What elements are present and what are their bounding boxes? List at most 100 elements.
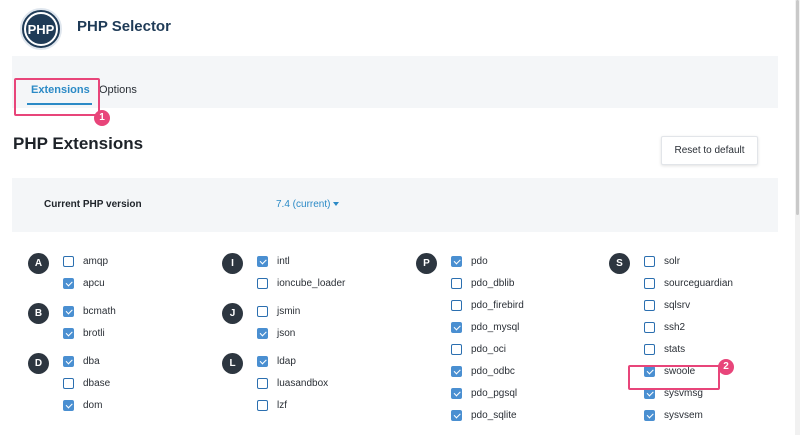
extension-item-json[interactable]: json	[257, 328, 295, 339]
extension-item-pdo[interactable]: pdo	[451, 256, 488, 267]
extension-label: dbase	[83, 378, 111, 389]
extension-label: pdo_oci	[471, 344, 507, 355]
extension-item-sqlsrv[interactable]: sqlsrv	[644, 300, 690, 311]
letter-badge-s: S	[609, 253, 630, 274]
checkbox-dom[interactable]	[63, 400, 74, 411]
extension-label: json	[277, 328, 296, 339]
extension-label: pdo_pgsql	[471, 388, 518, 399]
checkbox-ldap[interactable]	[257, 356, 268, 367]
checkbox-luasandbox[interactable]	[257, 378, 268, 389]
extension-item-dbase[interactable]: dbase	[63, 378, 110, 389]
letter-badge-a: A	[28, 253, 49, 274]
extension-item-ssh2[interactable]: ssh2	[644, 322, 685, 333]
extension-label: ldap	[277, 356, 296, 367]
extension-item-lzf[interactable]: lzf	[257, 400, 287, 411]
checkbox-bcmath[interactable]	[63, 306, 74, 317]
extension-item-jsmin[interactable]: jsmin	[257, 306, 300, 317]
page-scrollbar-thumb[interactable]	[796, 0, 799, 215]
checkbox-solr[interactable]	[644, 256, 655, 267]
php-logo-icon: PHP	[20, 8, 62, 50]
tab-options[interactable]: Options	[99, 84, 137, 96]
extension-label: pdo_mysql	[471, 322, 520, 333]
checkbox-pdo-mysql[interactable]	[451, 322, 462, 333]
extension-item-bcmath[interactable]: bcmath	[63, 306, 116, 317]
annotation-badge-2: 2	[718, 359, 734, 375]
extension-label: pdo	[471, 256, 488, 267]
checkbox-pdo-oci[interactable]	[451, 344, 462, 355]
checkbox-pdo-firebird[interactable]	[451, 300, 462, 311]
reset-to-default-button[interactable]: Reset to default	[661, 136, 758, 165]
extension-label: intl	[277, 256, 290, 267]
extension-label: pdo_dblib	[471, 278, 515, 289]
letter-badge-b: B	[28, 303, 49, 324]
checkbox-sourceguardian[interactable]	[644, 278, 655, 289]
extension-label: pdo_sqlite	[471, 410, 517, 421]
extension-label: pdo_firebird	[471, 300, 524, 311]
checkbox-pdo-pgsql[interactable]	[451, 388, 462, 399]
app-title: PHP Selector	[77, 18, 171, 35]
checkbox-json[interactable]	[257, 328, 268, 339]
extension-item-pdo-oci[interactable]: pdo_oci	[451, 344, 506, 355]
checkbox-sysvsem[interactable]	[644, 410, 655, 421]
extension-label: brotli	[83, 328, 105, 339]
extension-label: luasandbox	[277, 378, 329, 389]
checkbox-amqp[interactable]	[63, 256, 74, 267]
extension-item-apcu[interactable]: apcu	[63, 278, 105, 289]
php-version-dropdown[interactable]: 7.4 (current)	[276, 199, 340, 210]
extension-label: jsmin	[277, 306, 301, 317]
checkbox-pdo-dblib[interactable]	[451, 278, 462, 289]
extension-label: pdo_odbc	[471, 366, 515, 377]
extension-item-luasandbox[interactable]: luasandbox	[257, 378, 328, 389]
extension-item-dba[interactable]: dba	[63, 356, 100, 367]
annotation-box-1	[14, 78, 100, 116]
extension-item-brotli[interactable]: brotli	[63, 328, 105, 339]
checkbox-ssh2[interactable]	[644, 322, 655, 333]
checkbox-intl[interactable]	[257, 256, 268, 267]
letter-badge-j: J	[222, 303, 243, 324]
extension-label: sourceguardian	[664, 278, 733, 289]
section-title: PHP Extensions	[13, 134, 144, 153]
tab-bar: Extensions Options	[12, 56, 778, 108]
extension-item-pdo-firebird[interactable]: pdo_firebird	[451, 300, 524, 311]
checkbox-dbase[interactable]	[63, 378, 74, 389]
extension-item-intl[interactable]: intl	[257, 256, 290, 267]
extension-item-pdo-mysql[interactable]: pdo_mysql	[451, 322, 519, 333]
checkbox-lzf[interactable]	[257, 400, 268, 411]
letter-badge-l: L	[222, 353, 243, 374]
checkbox-stats[interactable]	[644, 344, 655, 355]
extension-item-pdo-sqlite[interactable]: pdo_sqlite	[451, 410, 517, 421]
extension-item-ioncube-loader[interactable]: ioncube_loader	[257, 278, 345, 289]
extension-item-solr[interactable]: solr	[644, 256, 680, 267]
checkbox-dba[interactable]	[63, 356, 74, 367]
top-bar: PHP PHP Selector	[0, 0, 800, 56]
extension-label: dom	[83, 400, 103, 411]
annotation-badge-1: 1	[94, 110, 110, 126]
checkbox-jsmin[interactable]	[257, 306, 268, 317]
checkbox-pdo[interactable]	[451, 256, 462, 267]
extension-item-pdo-odbc[interactable]: pdo_odbc	[451, 366, 515, 377]
letter-badge-p: P	[416, 253, 437, 274]
extensions-grid: Aamqp apcu Bbcmath brotli Ddba dbase dom Iintl i…	[12, 246, 778, 435]
checkbox-sqlsrv[interactable]	[644, 300, 655, 311]
extension-item-pdo-pgsql[interactable]: pdo_pgsql	[451, 388, 517, 399]
extension-label: amqp	[83, 256, 109, 267]
extension-item-amqp[interactable]: amqp	[63, 256, 108, 267]
extension-item-sysvsem[interactable]: sysvsem	[644, 410, 703, 421]
extension-item-pdo-dblib[interactable]: pdo_dblib	[451, 278, 514, 289]
checkbox-apcu[interactable]	[63, 278, 74, 289]
extension-label: stats	[664, 344, 686, 355]
checkbox-pdo-sqlite[interactable]	[451, 410, 462, 421]
checkbox-brotli[interactable]	[63, 328, 74, 339]
extension-item-stats[interactable]: stats	[644, 344, 685, 355]
php-version-label: Current PHP version	[44, 199, 142, 210]
annotation-box-2	[628, 365, 720, 390]
extension-label: solr	[664, 256, 681, 267]
checkbox-pdo-odbc[interactable]	[451, 366, 462, 377]
extension-label: dba	[83, 356, 100, 367]
extension-item-sourceguardian[interactable]: sourceguardian	[644, 278, 733, 289]
extension-item-ldap[interactable]: ldap	[257, 356, 296, 367]
checkbox-ioncube-loader[interactable]	[257, 278, 268, 289]
extension-label: apcu	[83, 278, 105, 289]
extension-item-dom[interactable]: dom	[63, 400, 102, 411]
logo-text: PHP	[27, 21, 55, 37]
